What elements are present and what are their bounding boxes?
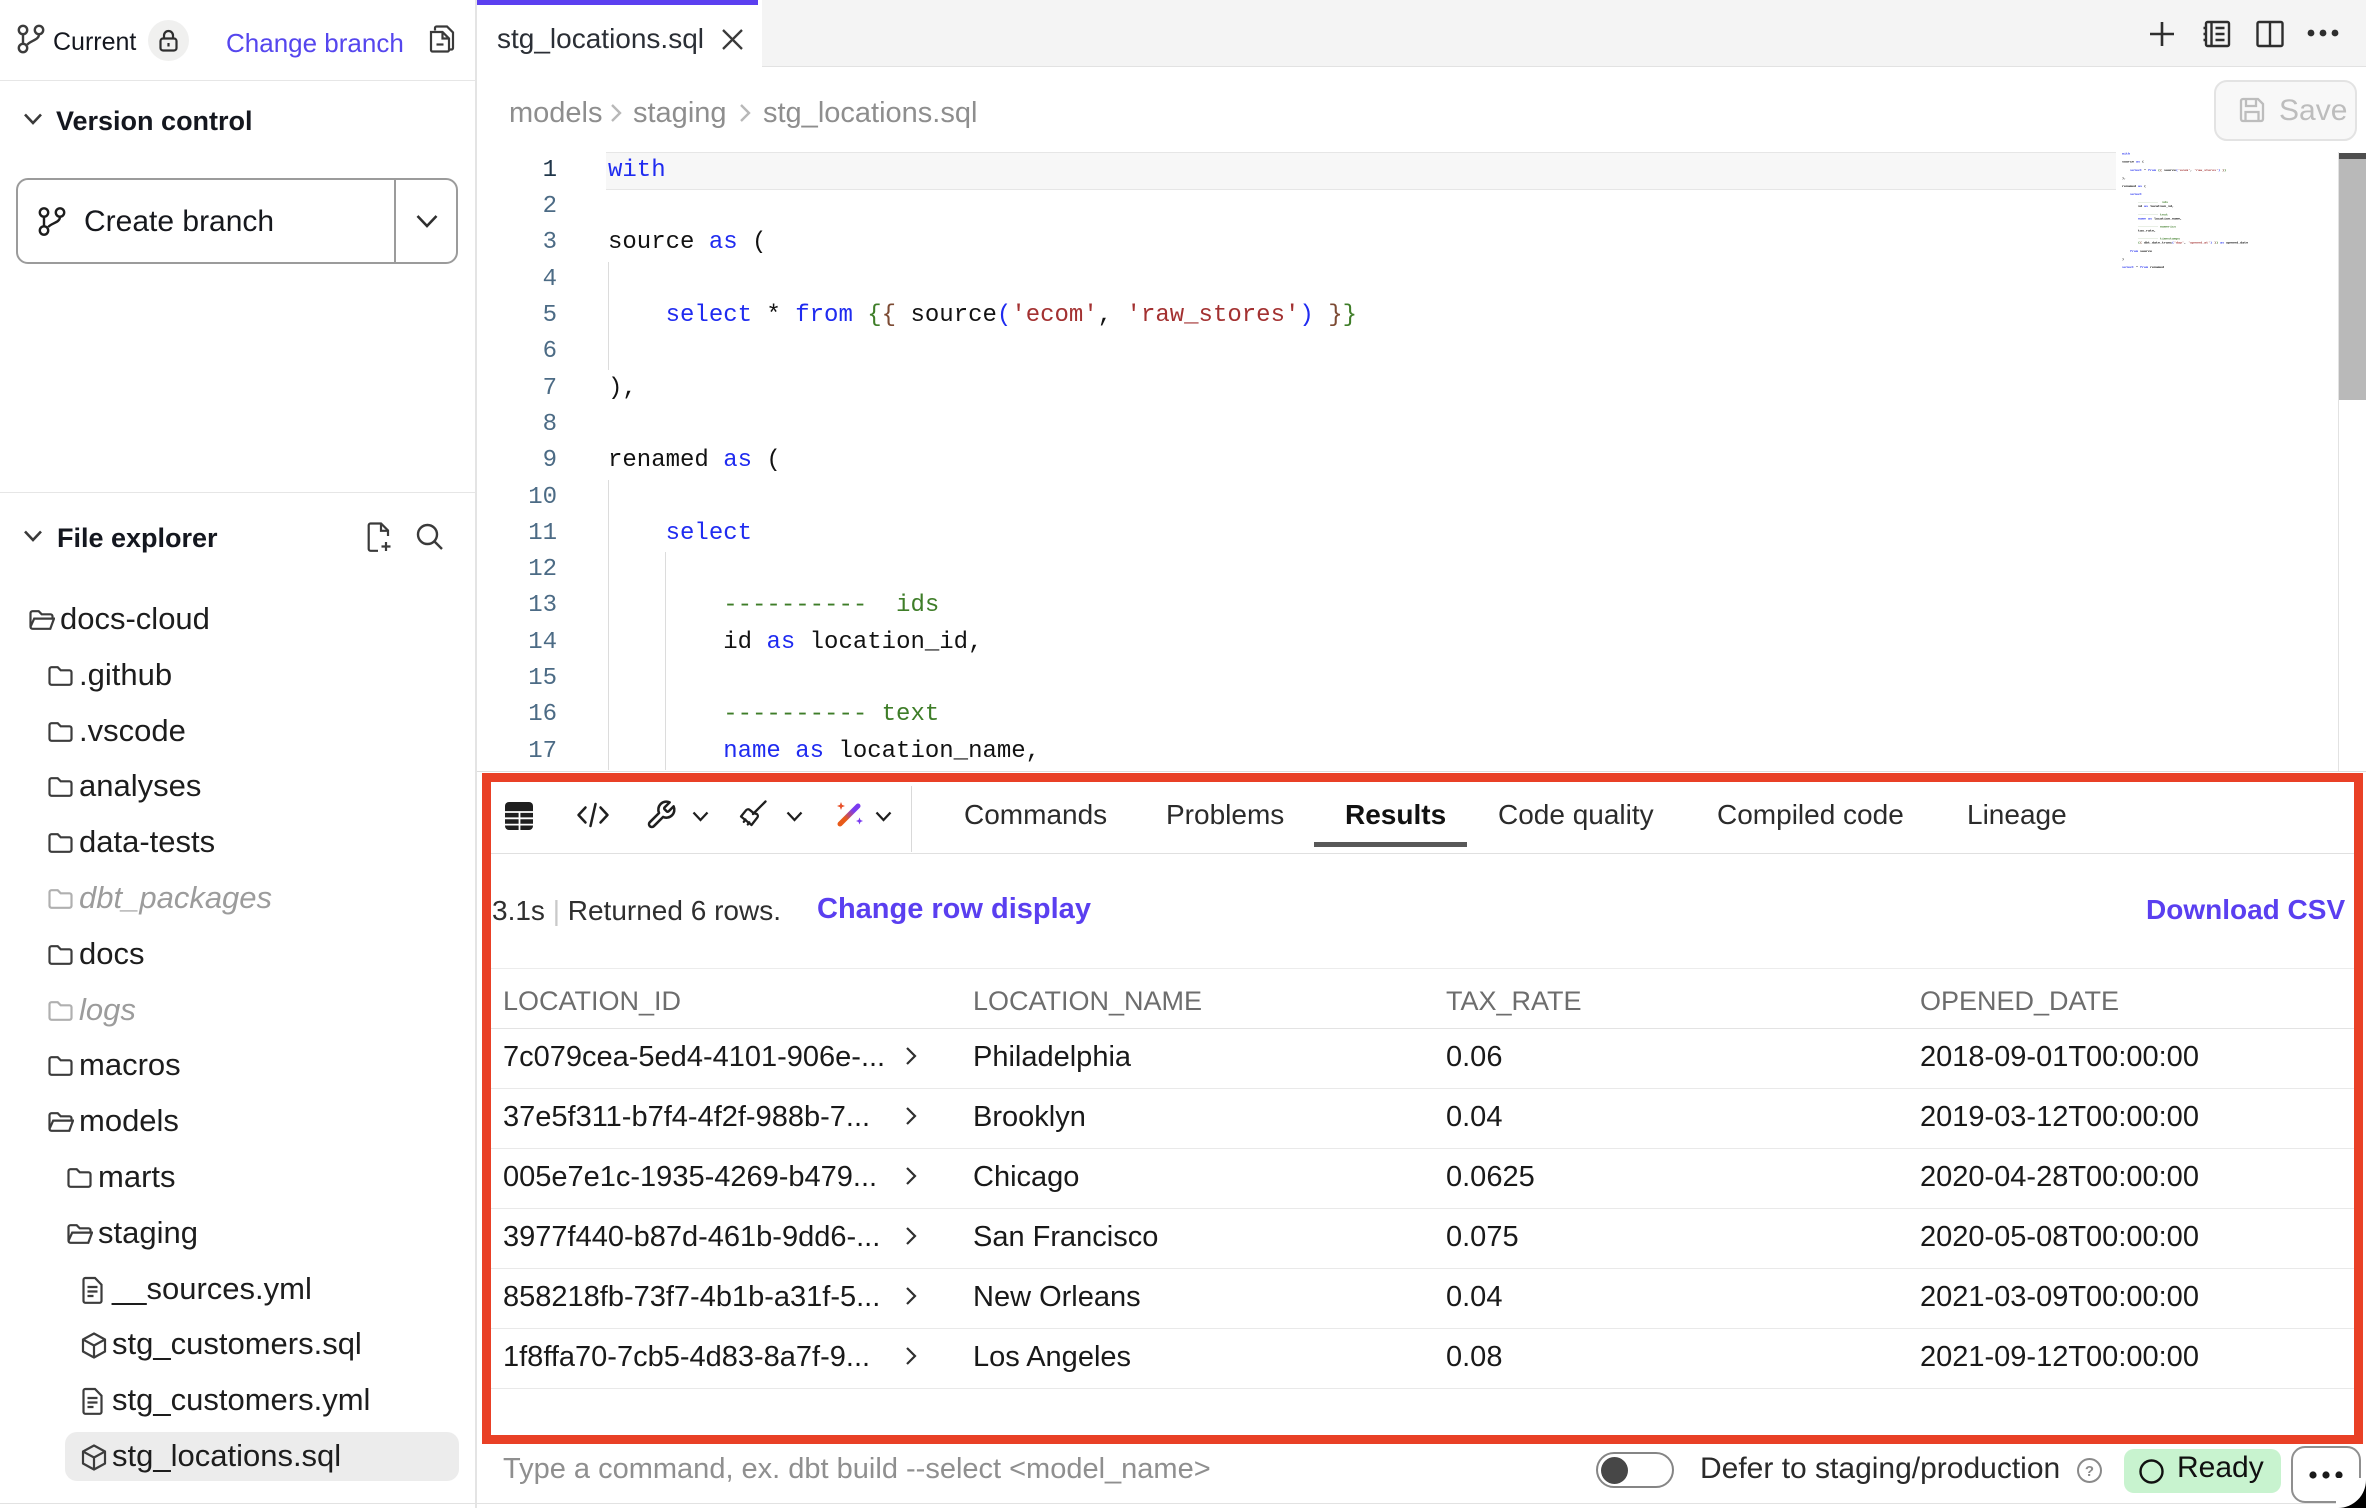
svg-text:?: ? [2085, 1463, 2094, 1480]
